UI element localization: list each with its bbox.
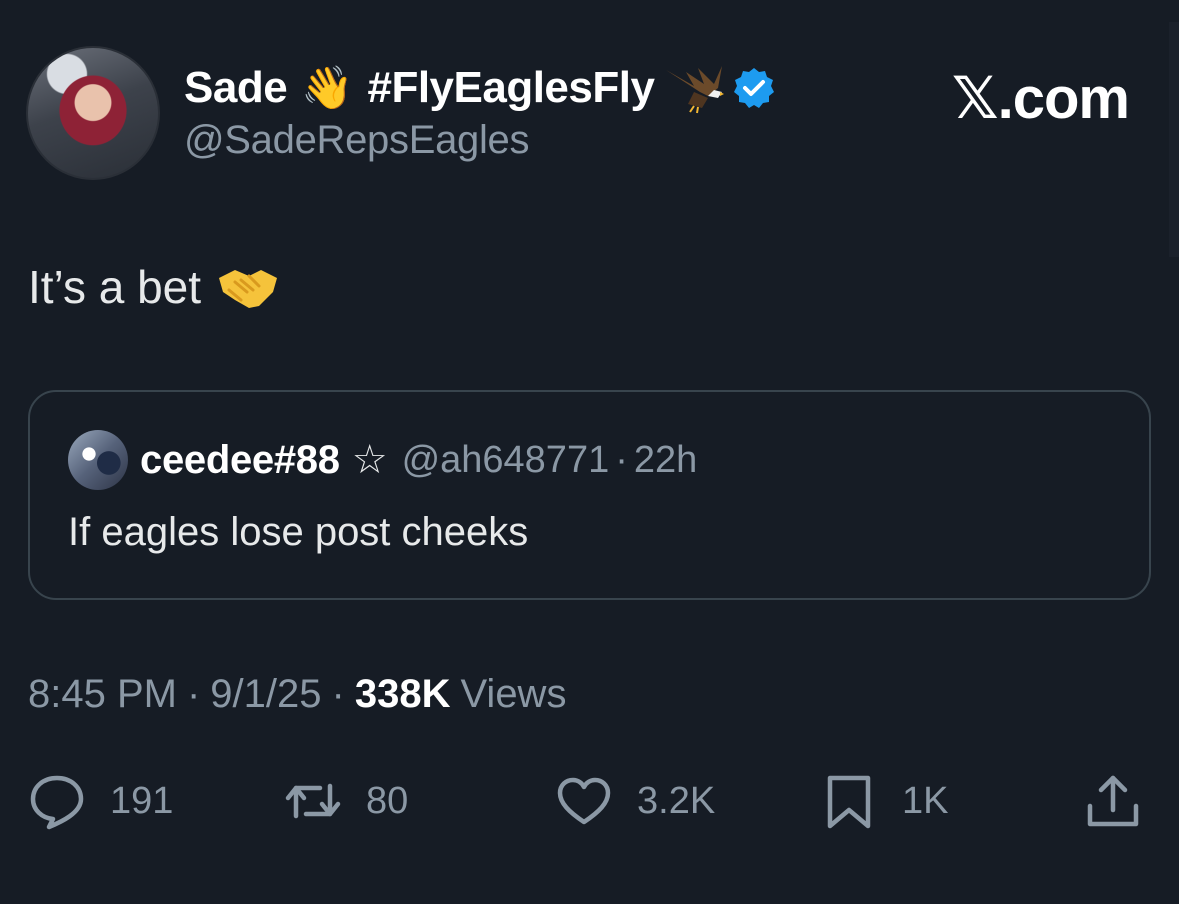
quoted-author-avatar	[68, 430, 128, 490]
action-bar: 191 80 3.2K 1K	[0, 766, 1179, 836]
quoted-tweet-header: ceedee#88 ☆ @ah648771 · 22h	[68, 430, 697, 490]
waving-hand-icon: 👋	[301, 63, 354, 112]
like-count: 3.2K	[637, 779, 716, 822]
heart-icon	[557, 777, 611, 825]
reply-count: 191	[110, 779, 174, 822]
repost-count: 80	[366, 779, 409, 822]
author-name-hashtag: #FlyEaglesFly	[367, 63, 655, 112]
views-label: Views	[460, 672, 567, 716]
repost-icon	[285, 783, 341, 819]
author-names: Sade 👋 #FlyEaglesFly @SadeRepsEagles	[184, 46, 776, 163]
tweet-text: It’s a bet	[28, 261, 202, 313]
quoted-author-name: ceedee#88	[140, 437, 340, 482]
tweet-header: Sade 👋 #FlyEaglesFly @SadeRepsEagles	[26, 46, 776, 180]
author-handle[interactable]: @SadeRepsEagles	[184, 118, 776, 163]
share-icon	[1087, 775, 1139, 827]
bookmark-button[interactable]: 1K	[820, 766, 948, 836]
author-avatar[interactable]	[26, 46, 160, 180]
tweet-date[interactable]: 9/1/25	[210, 672, 321, 717]
verified-badge-icon[interactable]	[732, 66, 776, 110]
bookmark-icon	[827, 775, 871, 829]
views-count: 338K	[354, 672, 451, 716]
quoted-author-handle: @ah648771	[401, 438, 610, 481]
separator-dot: ·	[331, 672, 345, 716]
reply-button[interactable]: 191	[28, 766, 173, 836]
display-name-row[interactable]: Sade 👋 #FlyEaglesFly	[184, 60, 776, 116]
repost-button[interactable]: 80	[284, 766, 408, 836]
bookmark-count: 1K	[902, 779, 949, 822]
quoted-tweet-text: If eagles lose post cheeks	[68, 510, 529, 554]
separator-dot: ·	[186, 672, 201, 716]
handshake-icon	[219, 270, 278, 308]
like-button[interactable]: 3.2K	[555, 766, 715, 836]
separator-dot: ·	[615, 438, 628, 481]
share-button[interactable]	[1084, 766, 1142, 836]
tweet-time[interactable]: 8:45 PM	[28, 672, 177, 717]
x-com-watermark: 𝕏.com	[951, 66, 1130, 131]
quoted-tweet[interactable]: ceedee#88 ☆ @ah648771 · 22h If eagles lo…	[28, 390, 1151, 600]
star-icon: ☆	[351, 437, 388, 483]
reply-icon	[30, 775, 84, 830]
quoted-tweet-time: 22h	[633, 438, 698, 481]
tweet-screenshot: Sade 👋 #FlyEaglesFly @SadeRepsEagles 𝕏.c…	[0, 0, 1179, 904]
tweet-meta: 8:45 PM · 9/1/25 · 338K Views	[28, 672, 566, 717]
eagle-icon	[666, 66, 725, 114]
scrollbar[interactable]	[1169, 22, 1179, 257]
tweet-body: It’s a bet	[28, 260, 281, 314]
author-display-name[interactable]: Sade	[184, 63, 288, 113]
